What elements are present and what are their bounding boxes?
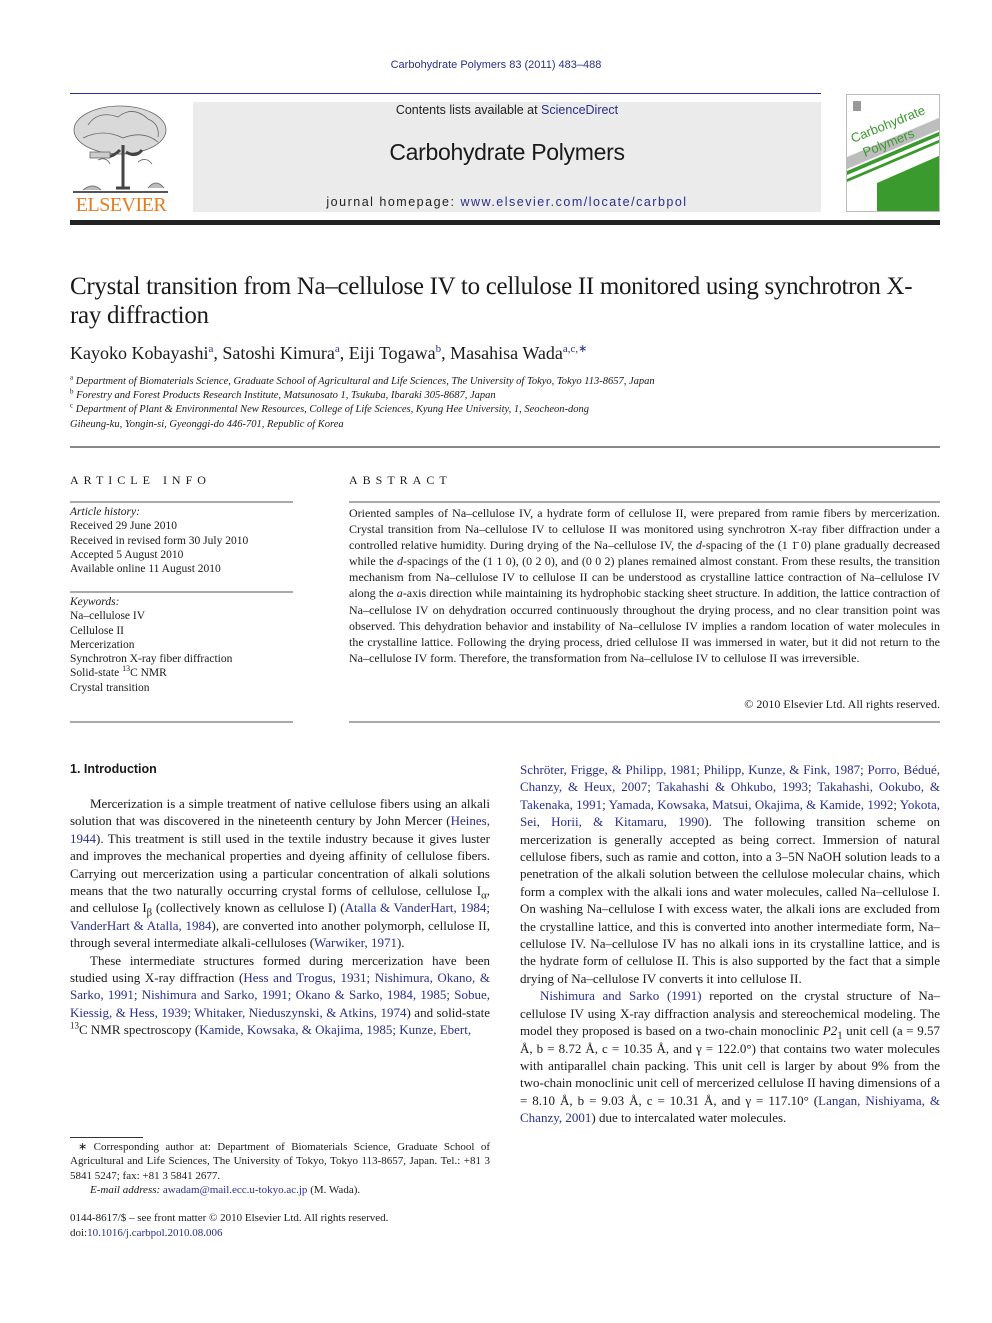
homepage-prefix: journal homepage:: [326, 195, 461, 209]
divider: [70, 501, 293, 503]
body-column-left: Mercerization is a simple treatment of n…: [70, 795, 490, 1039]
front-matter: 0144-8617/$ – see front matter © 2010 El…: [70, 1211, 490, 1241]
keyword: Solid-state 13C NMR: [70, 664, 167, 680]
abstract-body: Oriented samples of Na–cellulose IV, a h…: [349, 506, 940, 665]
history-item: Received in revised form 30 July 2010: [70, 534, 249, 547]
author-affil-mark[interactable]: a: [335, 343, 340, 355]
homepage-link[interactable]: www.elsevier.com/locate/carbpol: [460, 195, 687, 209]
author-name[interactable]: Eiji Togawa: [349, 343, 436, 363]
divider: [349, 721, 940, 723]
citation-link[interactable]: Kamide, Kowsaka, & Okajima, 1985; Kunze,…: [199, 1022, 471, 1037]
header-rule: [70, 93, 821, 94]
article-history-label: Article history:: [70, 506, 140, 518]
keyword: Na–cellulose IV: [70, 610, 146, 623]
citation-link[interactable]: Warwiker, 1971: [314, 935, 397, 950]
keyword: Crystal transition: [70, 681, 150, 694]
body-column-right: Schröter, Frigge, & Philipp, 1981; Phili…: [520, 761, 940, 1127]
affiliation: c Department of Plant & Environmental Ne…: [70, 401, 590, 416]
keywords: Keywords: Na–cellulose IV Cellulose II M…: [70, 595, 293, 695]
history-item: Accepted 5 August 2010: [70, 548, 184, 561]
article-history: Article history: Received 29 June 2010 R…: [70, 505, 293, 576]
author-name[interactable]: Satoshi Kimura: [222, 343, 335, 363]
journal-homepage: journal homepage: www.elsevier.com/locat…: [193, 195, 821, 209]
corresponding-author-footnote: ∗ Corresponding author at: Department of…: [70, 1140, 490, 1197]
author-affil-mark[interactable]: a,c,∗: [563, 343, 587, 355]
elsevier-wordmark[interactable]: ELSEVIER: [68, 194, 174, 217]
author-affil-mark[interactable]: b: [436, 343, 442, 355]
history-item: Available online 11 August 2010: [70, 563, 221, 576]
author-list: Kayoko Kobayashia, Satoshi Kimuraa, Eiji…: [70, 343, 588, 363]
affiliation-continued: Giheung-ku, Yongin-si, Gyeonggi-do 446-7…: [70, 418, 344, 430]
journal-cover-image[interactable]: Carbohydrate Polymers: [846, 94, 940, 212]
divider: [70, 591, 293, 593]
doi-line: doi:10.1016/j.carbpol.2010.08.006: [70, 1227, 223, 1239]
affiliation: a Department of Biomaterials Science, Gr…: [70, 373, 655, 387]
journal-title: Carbohydrate Polymers: [389, 139, 625, 165]
author-name[interactable]: Kayoko Kobayashi: [70, 343, 208, 363]
sciencedirect-link[interactable]: ScienceDirect: [541, 103, 618, 117]
keyword: Synchrotron X-ray fiber diffraction: [70, 653, 233, 666]
email-link[interactable]: awadam@mail.ecc.u-tokyo.ac.jp: [163, 1184, 308, 1196]
header-thick-rule: [70, 220, 940, 225]
author-name[interactable]: Masahisa Wada: [450, 343, 563, 363]
abstract-copyright: © 2010 Elsevier Ltd. All rights reserved…: [744, 697, 940, 711]
article-title: Crystal transition from Na–cellulose IV …: [70, 273, 913, 329]
journal-citation-link[interactable]: Carbohydrate Polymers 83 (2011) 483–488: [0, 59, 992, 71]
divider: [70, 721, 293, 723]
paragraph: Nishimura and Sarko (1991) reported on t…: [520, 988, 941, 1126]
keywords-label: Keywords:: [70, 596, 120, 608]
doi-link[interactable]: 10.1016/j.carbpol.2010.08.006: [87, 1227, 222, 1239]
corresponding-note: ∗ Corresponding author at: Department of…: [70, 1141, 490, 1182]
author-affil-mark[interactable]: a: [208, 343, 213, 355]
issn-line: 0144-8617/$ – see front matter © 2010 El…: [70, 1212, 389, 1224]
affiliation: b Forestry and Forest Products Research …: [70, 387, 496, 402]
keyword: Cellulose II: [70, 624, 124, 637]
history-item: Received 29 June 2010: [70, 520, 177, 533]
journal-cover-art-icon: Carbohydrate Polymers: [847, 101, 939, 211]
section-divider: [70, 446, 940, 448]
paragraph-continued: Schröter, Frigge, & Philipp, 1981; Phili…: [520, 762, 940, 986]
divider: [349, 501, 940, 503]
contents-availability: Contents lists available at ScienceDirec…: [193, 103, 821, 117]
introduction-heading: 1. Introduction: [70, 762, 157, 776]
paragraph: These intermediate structures formed dur…: [70, 952, 491, 1038]
citation-link[interactable]: Nishimura and Sarko (1991): [540, 988, 702, 1003]
abstract-heading: ABSTRACT: [349, 473, 452, 487]
email-line: E-mail address: awadam@mail.ecc.u-tokyo.…: [90, 1183, 361, 1196]
paragraph: Mercerization is a simple treatment of n…: [70, 796, 491, 951]
footnote-rule: [70, 1137, 143, 1138]
keyword: Mercerization: [70, 638, 135, 651]
affiliations: a Department of Biomaterials Science, Gr…: [70, 373, 940, 432]
contents-prefix: Contents lists available at: [395, 103, 542, 117]
article-info-heading: ARTICLE INFO: [70, 473, 211, 487]
